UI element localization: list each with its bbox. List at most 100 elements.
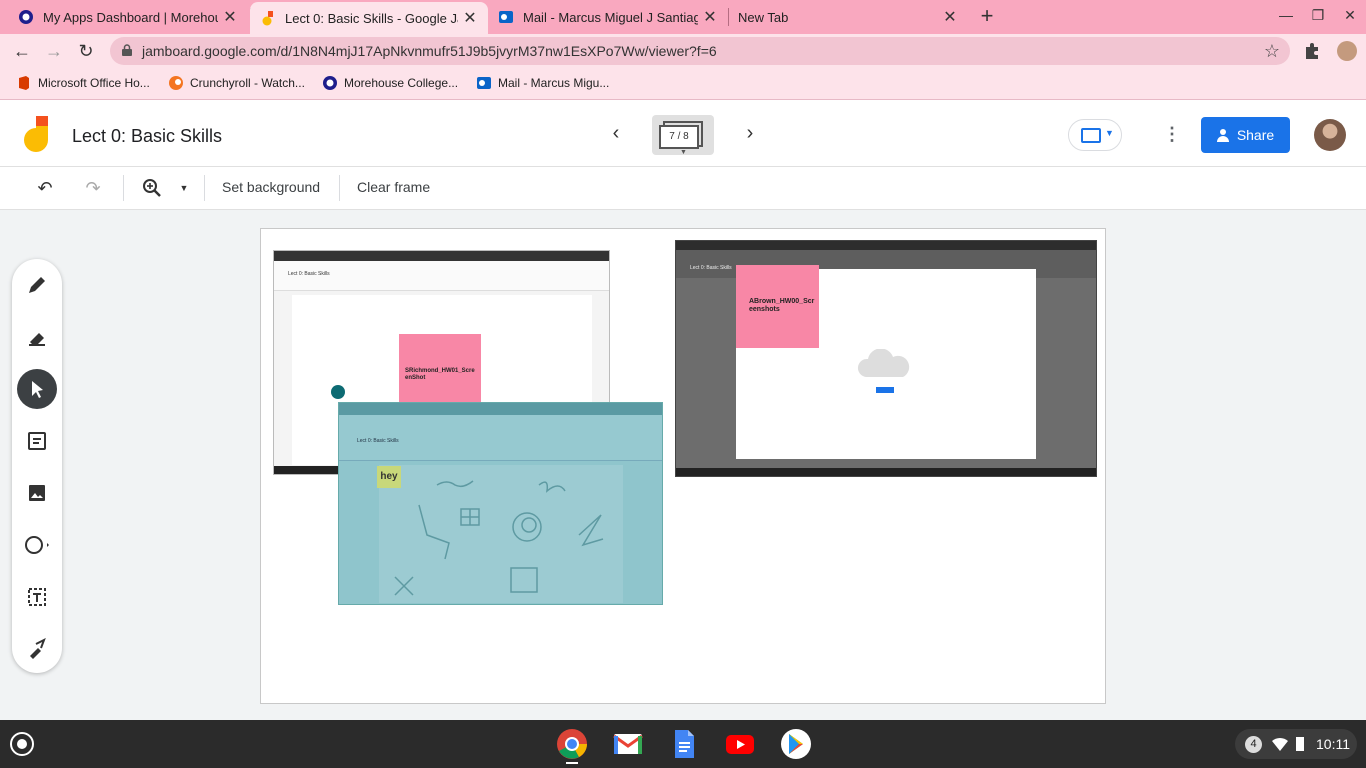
address-bar[interactable]: jamboard.google.com/d/1N8N4mjJ17ApNkvnmu… — [110, 37, 1290, 65]
eraser-icon[interactable] — [17, 317, 57, 357]
outlook-logo-icon — [477, 77, 491, 89]
launcher-icon[interactable] — [10, 732, 34, 756]
mini-tab-strip — [676, 241, 1096, 250]
url-text: jamboard.google.com/d/1N8N4mjJ17ApNkvnmu… — [142, 43, 717, 59]
sticky-note-icon[interactable] — [17, 421, 57, 461]
browser-tab-strip: My Apps Dashboard | Morehouse ✕ Lect 0: … — [0, 0, 1366, 34]
tab-title: New Tab — [738, 9, 789, 25]
youtube-icon[interactable] — [724, 728, 756, 760]
undo-icon[interactable]: ↶ — [34, 177, 56, 199]
caret-down-icon: ▼ — [680, 149, 687, 156]
present-screen-icon — [1081, 128, 1101, 143]
mini-page-title: Lect 0: Basic Skills — [357, 438, 399, 444]
crunchyroll-logo-icon — [169, 76, 183, 90]
cursor-marker — [331, 385, 345, 399]
tab-title: Mail - Marcus Miguel J Santiago — [523, 9, 698, 25]
tab-title: Lect 0: Basic Skills - Google Jam — [285, 10, 458, 26]
bookmark-crunchyroll[interactable]: Crunchyroll - Watch... — [168, 75, 305, 91]
mini-canvas — [379, 465, 623, 603]
share-button[interactable]: Share — [1201, 117, 1290, 153]
frame-bar-button[interactable]: 7 / 8 ▼ — [652, 115, 714, 156]
restore-icon[interactable]: ❐ — [1308, 7, 1328, 24]
close-window-icon[interactable]: ✕ — [1340, 7, 1360, 24]
sticky-note: hey — [377, 466, 401, 488]
previous-frame-chevron-icon[interactable]: ‹ — [604, 122, 628, 146]
jamboard-logo-icon — [24, 116, 48, 152]
lock-icon — [122, 44, 132, 56]
toolbar-divider — [123, 175, 124, 201]
more-options-icon[interactable]: ⋮ — [1160, 124, 1184, 148]
outlook-logo-icon — [499, 11, 513, 23]
bookmark-mail[interactable]: Mail - Marcus Migu... — [476, 75, 609, 91]
minimize-icon[interactable]: — — [1276, 7, 1296, 23]
embedded-screenshot-3[interactable]: Lect 0: Basic Skills ABrown_HW00_Screens… — [675, 240, 1097, 477]
play-store-icon[interactable] — [780, 728, 812, 760]
docs-icon[interactable] — [668, 728, 700, 760]
mini-taskbar — [676, 468, 1096, 476]
close-icon[interactable]: ✕ — [942, 7, 958, 27]
tab-new-tab[interactable]: New Tab ✕ — [728, 0, 968, 34]
frame-indicator: 7 / 8 — [659, 125, 699, 149]
avatar[interactable] — [1314, 119, 1346, 151]
active-app-indicator — [566, 762, 578, 764]
caret-down-icon: ▼ — [1105, 128, 1114, 138]
bookmark-label: Morehouse College... — [344, 76, 459, 90]
pen-icon[interactable] — [17, 265, 57, 305]
zoom-in-icon[interactable] — [142, 178, 162, 198]
mini-tab-strip — [339, 403, 662, 415]
morehouse-logo-icon — [323, 76, 337, 90]
bookmarks-bar: Microsoft Office Ho... Crunchyroll - Wat… — [0, 68, 1366, 100]
gmail-icon[interactable] — [612, 728, 644, 760]
close-icon[interactable]: ✕ — [462, 8, 478, 28]
share-label: Share — [1236, 127, 1275, 143]
jamboard-toolbar: ↶ ↷ ▼ Set background Clear frame — [0, 167, 1366, 210]
sticky-note: ABrown_HW00_Screenshots — [736, 265, 819, 348]
chrome-icon[interactable] — [556, 728, 588, 760]
extensions-puzzle-icon[interactable] — [1302, 41, 1322, 61]
image-icon[interactable] — [17, 473, 57, 513]
laser-icon[interactable] — [17, 629, 57, 669]
text-box-icon[interactable] — [17, 577, 57, 617]
select-icon[interactable] — [17, 369, 57, 409]
zoom-caret-down-icon[interactable]: ▼ — [176, 177, 192, 199]
wifi-icon — [1272, 737, 1288, 751]
cloud-upload-icon — [858, 349, 910, 377]
jamboard-logo-icon — [262, 11, 273, 26]
mini-upload-button — [876, 387, 894, 393]
next-frame-chevron-icon[interactable]: › — [738, 122, 762, 146]
status-tray[interactable]: 4 10:11 — [1235, 729, 1357, 759]
clear-frame-button[interactable]: Clear frame — [357, 179, 430, 195]
sticky-note: SRichmond_HW01_ScreenShot — [399, 334, 481, 406]
clock-time: 10:11 — [1316, 736, 1350, 752]
page-title[interactable]: Lect 0: Basic Skills — [72, 126, 222, 147]
tab-title: My Apps Dashboard | Morehouse — [43, 9, 218, 25]
reload-icon[interactable]: ↻ — [74, 39, 98, 63]
profile-avatar-icon[interactable] — [1337, 41, 1357, 61]
redo-icon[interactable]: ↷ — [82, 177, 104, 199]
bookmark-morehouse[interactable]: Morehouse College... — [322, 75, 458, 91]
jamboard-header: Lect 0: Basic Skills ‹ 7 / 8 ▼ › ▼ ⋮ Sha… — [0, 102, 1366, 167]
bookmark-label: Mail - Marcus Migu... — [498, 76, 610, 90]
new-tab-button[interactable]: + — [976, 5, 998, 27]
morehouse-logo-icon — [19, 10, 33, 24]
circle-shape-icon[interactable] — [17, 525, 57, 565]
forward-arrow-icon[interactable]: → — [42, 39, 66, 63]
close-icon[interactable]: ✕ — [702, 7, 718, 27]
toolbar-divider — [339, 175, 340, 201]
tab-my-apps-dashboard[interactable]: My Apps Dashboard | Morehouse ✕ — [8, 0, 248, 34]
embedded-screenshot-2[interactable]: Lect 0: Basic Skills hey — [338, 402, 663, 605]
set-background-button[interactable]: Set background — [222, 179, 320, 195]
close-icon[interactable]: ✕ — [222, 7, 238, 27]
bookmark-label: Microsoft Office Ho... — [38, 76, 150, 90]
bookmark-star-icon[interactable]: ☆ — [1264, 41, 1280, 62]
toolbar-divider — [204, 175, 205, 201]
back-arrow-icon[interactable]: ← — [10, 39, 34, 63]
tab-mail[interactable]: Mail - Marcus Miguel J Santiago ✕ — [488, 0, 728, 34]
browser-toolbar: ← → ↻ jamboard.google.com/d/1N8N4mjJ17Ap… — [0, 34, 1366, 68]
tab-jamboard[interactable]: Lect 0: Basic Skills - Google Jam ✕ — [250, 2, 488, 34]
battery-icon — [1296, 737, 1304, 751]
mini-page-title: Lect 0: Basic Skills — [690, 265, 732, 271]
present-button[interactable]: ▼ — [1068, 119, 1122, 151]
mini-tab-strip — [274, 251, 609, 261]
bookmark-office[interactable]: Microsoft Office Ho... — [16, 75, 150, 91]
